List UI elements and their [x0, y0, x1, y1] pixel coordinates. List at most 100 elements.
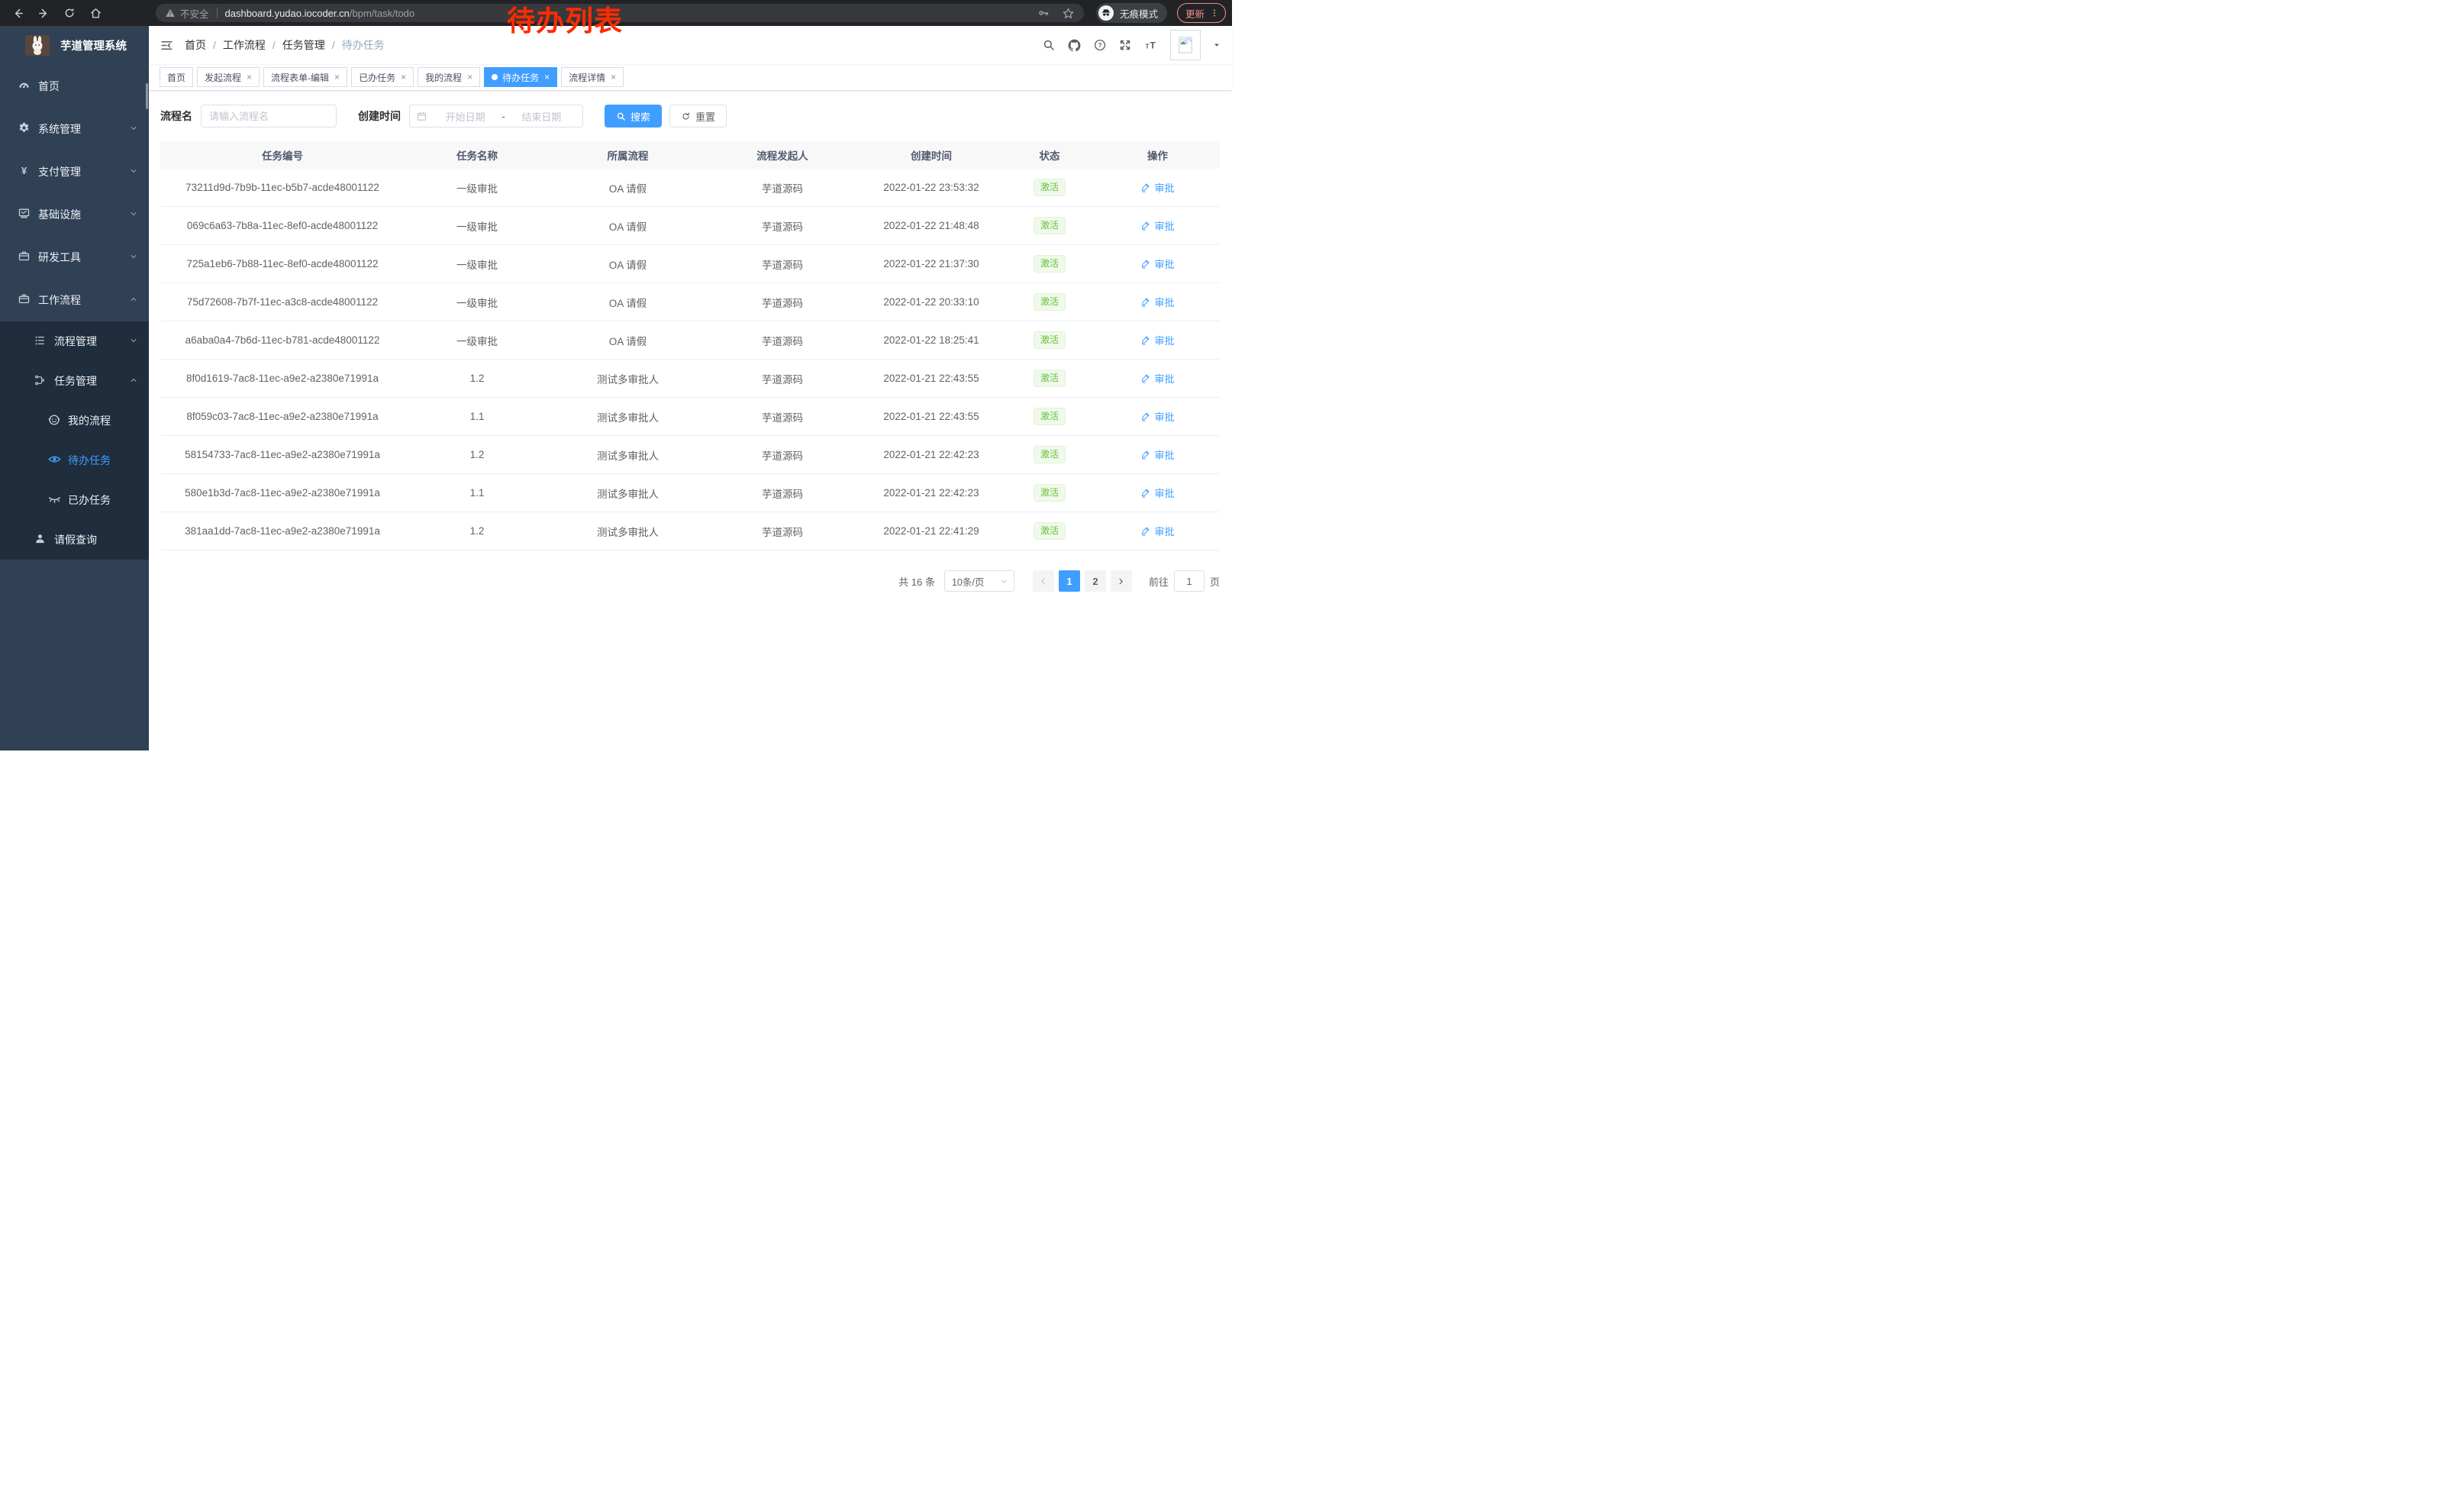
sidebar-item-label: 流程管理 — [54, 334, 97, 349]
sidebar-item-process-manage[interactable]: 流程管理 — [0, 321, 149, 361]
reload-icon — [63, 7, 76, 19]
approve-link[interactable]: 审批 — [1140, 409, 1174, 424]
breadcrumb-item-1[interactable]: 工作流程 — [223, 37, 266, 53]
avatar-caret-icon[interactable] — [1212, 40, 1221, 50]
bookmark-star-icon[interactable] — [1062, 7, 1075, 20]
tab-close-icon[interactable]: × — [544, 73, 550, 82]
pagination: 共 16 条10条/页12前往页 — [160, 570, 1220, 592]
app-logo[interactable]: 芋道管理系统 — [0, 26, 149, 65]
date-range-picker[interactable]: 开始日期 - 结束日期 — [409, 105, 583, 128]
page-button-2[interactable]: 2 — [1085, 570, 1106, 592]
tab-close-icon[interactable]: × — [247, 73, 252, 82]
pen-icon — [1140, 411, 1151, 421]
tab-home[interactable]: 首页 — [160, 67, 193, 87]
approve-link[interactable]: 审批 — [1140, 295, 1174, 309]
cell-task-name: 1.1 — [405, 411, 550, 422]
reset-button[interactable]: 重置 — [669, 105, 727, 128]
search-button[interactable]: 搜索 — [605, 105, 662, 128]
key-icon[interactable] — [1037, 7, 1050, 19]
tab-my-process[interactable]: 我的流程× — [418, 67, 480, 87]
cell-starter: 芋道源码 — [706, 218, 859, 234]
status-badge: 激活 — [1034, 522, 1066, 539]
eye-icon — [47, 452, 62, 466]
tab-label: 已办任务 — [359, 71, 395, 84]
approve-link[interactable]: 审批 — [1140, 524, 1174, 538]
tab-close-icon[interactable]: × — [401, 73, 406, 82]
approve-link[interactable]: 审批 — [1140, 371, 1174, 386]
chevron-down-icon — [129, 124, 138, 133]
address-bar[interactable]: 不安全 dashboard.yudao.iocoder.cn /bpm/task… — [156, 4, 1084, 22]
tab-start-process[interactable]: 发起流程× — [197, 67, 260, 87]
browser-back-button[interactable] — [8, 3, 27, 23]
search-icon[interactable] — [1042, 38, 1056, 52]
kebab-menu-icon[interactable] — [1210, 8, 1219, 18]
tab-process-detail[interactable]: 流程详情× — [561, 67, 624, 87]
chevron-down-icon — [129, 209, 138, 218]
prev-page-button[interactable] — [1033, 570, 1054, 592]
sidebar-item-home[interactable]: 首页 — [0, 65, 149, 108]
sidebar-item-leave-query[interactable]: 请假查询 — [0, 520, 149, 560]
approve-link[interactable]: 审批 — [1140, 257, 1174, 271]
user-avatar[interactable] — [1170, 30, 1201, 60]
incognito-badge: 无痕模式 — [1096, 3, 1167, 23]
approve-link[interactable]: 审批 — [1140, 333, 1174, 347]
breadcrumb-item-0[interactable]: 首页 — [185, 37, 206, 53]
sidebar-item-payment[interactable]: ¥支付管理 — [0, 150, 149, 193]
fullscreen-icon[interactable] — [1118, 38, 1132, 52]
svg-text:?: ? — [1098, 42, 1101, 49]
sidebar-item-todo-task[interactable]: 待办任务 — [0, 441, 149, 480]
user-icon — [34, 532, 47, 545]
cell-process: OA 请假 — [550, 257, 706, 272]
tab-todo-task[interactable]: 待办任务× — [484, 67, 557, 87]
font-size-icon[interactable]: TT — [1143, 38, 1159, 52]
github-icon[interactable] — [1067, 38, 1082, 53]
sidebar-item-infrastructure[interactable]: 基础设施 — [0, 193, 149, 236]
page-button-1[interactable]: 1 — [1059, 570, 1080, 592]
sidebar-item-task-manage[interactable]: 任务管理 — [0, 361, 149, 401]
sidebar-item-system[interactable]: 系统管理 — [0, 108, 149, 150]
approve-link[interactable]: 审批 — [1140, 486, 1174, 500]
date-range-separator: - — [500, 111, 506, 122]
sidebar-fold-button[interactable] — [160, 38, 174, 53]
tab-done-task[interactable]: 已办任务 × — [351, 67, 414, 87]
tab-form-edit[interactable]: 流程表单-编辑× — [263, 67, 347, 87]
status-badge: 激活 — [1034, 255, 1066, 272]
eye-closed-icon — [47, 492, 62, 506]
table-row: 8f0d1619-7ac8-11ec-a9e2-a2380e71991a1.2测… — [160, 360, 1220, 398]
column-header-1: 任务名称 — [405, 147, 550, 163]
chevron-down-icon — [129, 252, 138, 261]
breadcrumb-item-2[interactable]: 任务管理 — [282, 37, 325, 53]
help-icon[interactable]: ? — [1093, 38, 1107, 52]
sidebar-item-workflow[interactable]: 工作流程 — [0, 279, 149, 321]
select-caret-icon — [1000, 577, 1008, 586]
cell-starter: 芋道源码 — [706, 409, 859, 424]
tab-close-icon[interactable]: × — [611, 73, 616, 82]
sidebar-item-my-process[interactable]: 我的流程 — [0, 401, 149, 441]
sidebar-item-done-task[interactable]: 已办任务 — [0, 480, 149, 520]
topbar: 首页/工作流程/任务管理/待办任务 ? TT — [149, 26, 1232, 64]
page-size-select[interactable]: 10条/页 — [944, 570, 1014, 592]
cell-process: 测试多审批人 — [550, 371, 706, 386]
cell-process: OA 请假 — [550, 295, 706, 310]
table-body: 73211d9d-7b9b-11ec-b5b7-acde48001122一级审批… — [160, 169, 1220, 550]
browser-reload-button[interactable] — [60, 3, 79, 23]
browser-update-button[interactable]: 更新 — [1177, 3, 1226, 23]
cell-created: 2022-01-22 18:25:41 — [859, 334, 1004, 346]
goto-page-input[interactable] — [1174, 570, 1205, 592]
approve-link[interactable]: 审批 — [1140, 180, 1174, 195]
browser-home-button[interactable] — [85, 3, 105, 23]
approve-link[interactable]: 审批 — [1140, 218, 1174, 233]
browser-forward-button[interactable] — [34, 3, 53, 23]
table-row: a6aba0a4-7b6d-11ec-b781-acde48001122一级审批… — [160, 321, 1220, 360]
sidebar-scrollbar[interactable] — [146, 83, 148, 109]
next-page-button[interactable] — [1111, 570, 1132, 592]
cell-created: 2022-01-22 23:53:32 — [859, 182, 1004, 193]
process-name-input[interactable] — [201, 105, 337, 128]
search-button-icon — [616, 111, 626, 121]
tab-close-icon[interactable]: × — [334, 73, 340, 82]
cell-created: 2022-01-21 22:43:55 — [859, 373, 1004, 384]
approve-link[interactable]: 审批 — [1140, 447, 1174, 462]
tab-close-icon[interactable]: × — [467, 73, 472, 82]
sidebar-item-devtools[interactable]: 研发工具 — [0, 236, 149, 279]
cell-task-name: 一级审批 — [405, 180, 550, 195]
